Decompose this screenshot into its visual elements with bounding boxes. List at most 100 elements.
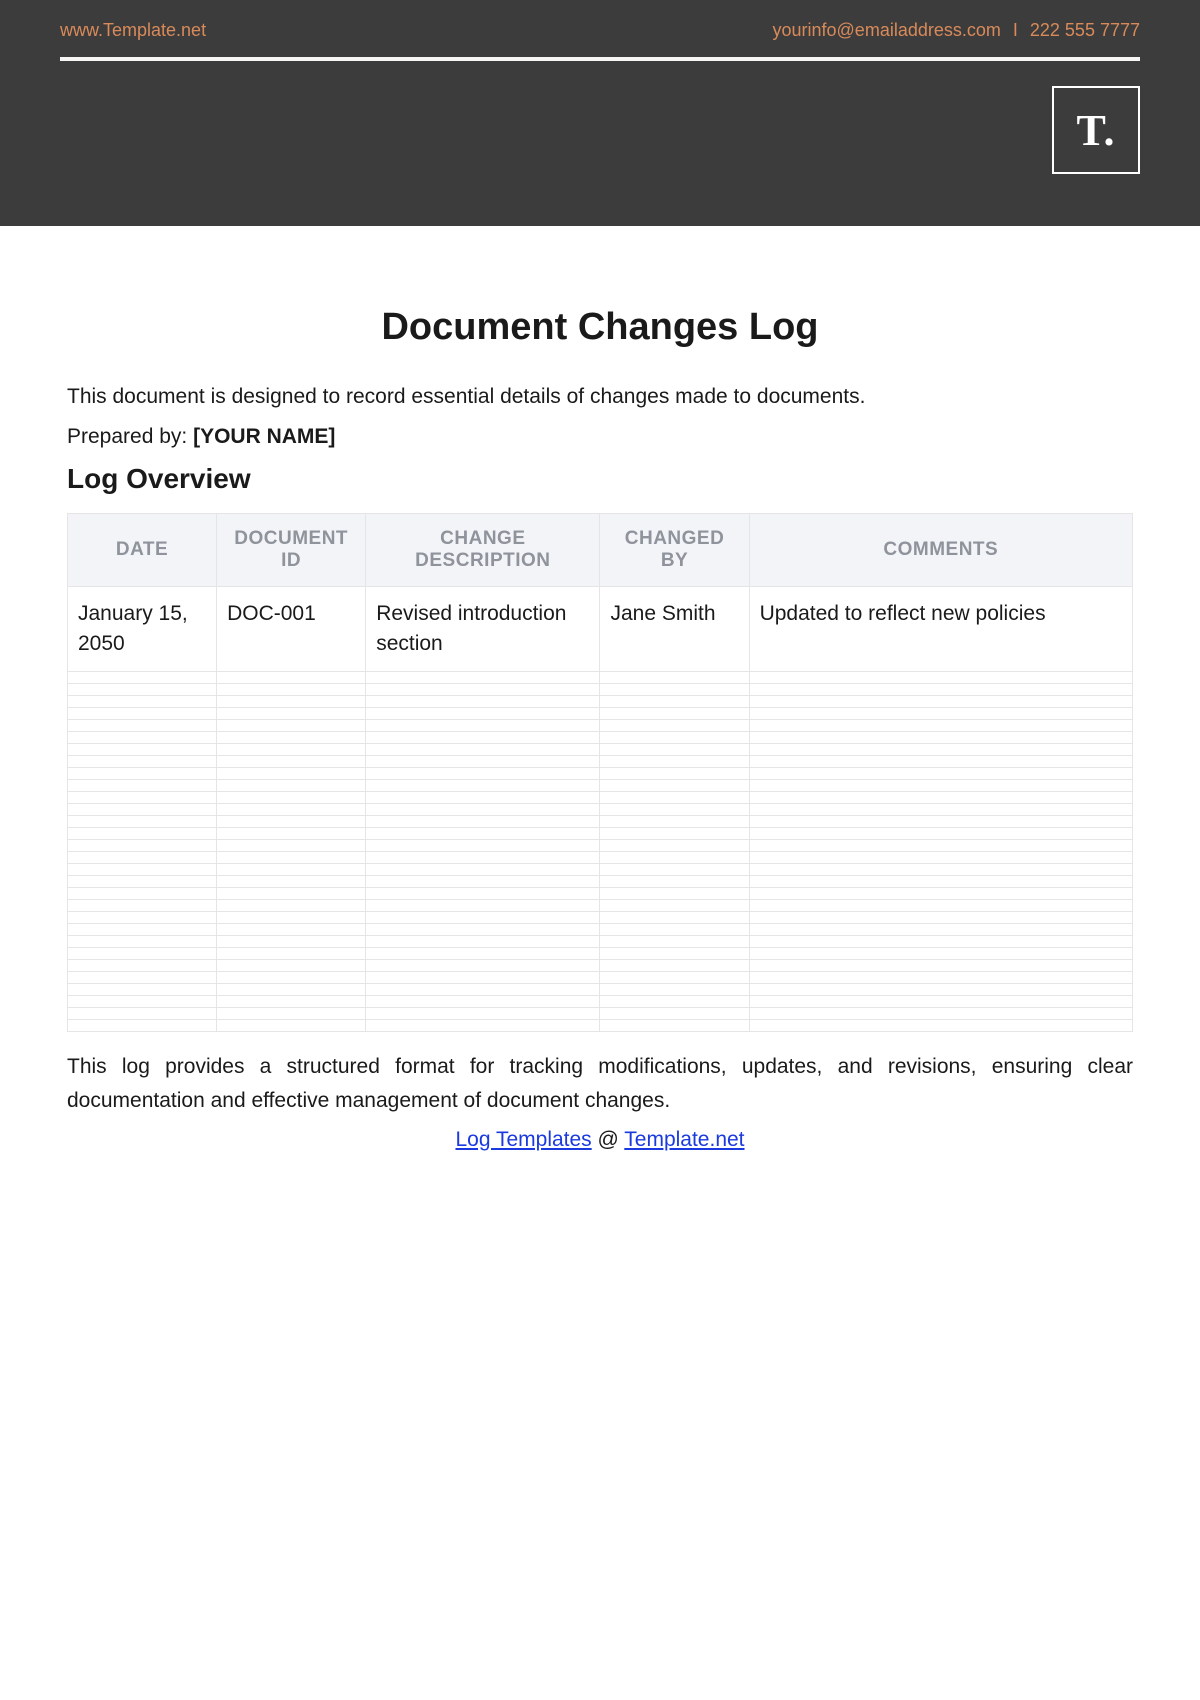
empty-cell: [217, 1008, 366, 1020]
empty-cell: [217, 684, 366, 696]
empty-cell: [217, 780, 366, 792]
closing-text: This log provides a structured format fo…: [67, 1050, 1133, 1117]
empty-cell: [366, 864, 600, 876]
empty-cell: [217, 888, 366, 900]
table-row: [68, 804, 1133, 816]
empty-cell: [600, 972, 749, 984]
empty-cell: [217, 1020, 366, 1032]
table-row: [68, 984, 1133, 996]
table-row: [68, 696, 1133, 708]
table-row: [68, 720, 1133, 732]
empty-cell: [749, 972, 1132, 984]
empty-cell: [749, 804, 1132, 816]
table-row: [68, 780, 1133, 792]
empty-cell: [68, 852, 217, 864]
empty-cell: [600, 1020, 749, 1032]
empty-cell: [366, 744, 600, 756]
empty-cell: [600, 984, 749, 996]
credit-line: Log Templates @ Template.net: [67, 1128, 1133, 1152]
empty-cell: [68, 708, 217, 720]
empty-cell: [217, 924, 366, 936]
empty-cell: [749, 708, 1132, 720]
empty-cell: [600, 756, 749, 768]
empty-cell: [68, 924, 217, 936]
table-row: [68, 828, 1133, 840]
empty-cell: [366, 828, 600, 840]
table-row: [68, 1020, 1133, 1032]
empty-cell: [217, 996, 366, 1008]
cell-docid: DOC-001: [217, 586, 366, 672]
header-top-row: www.Template.net yourinfo@emailaddress.c…: [60, 20, 1140, 55]
table-row: [68, 672, 1133, 684]
empty-cell: [217, 972, 366, 984]
empty-cell: [68, 960, 217, 972]
link-log-templates[interactable]: Log Templates: [455, 1128, 591, 1151]
empty-cell: [600, 888, 749, 900]
empty-cell: [366, 972, 600, 984]
empty-cell: [749, 696, 1132, 708]
empty-cell: [600, 828, 749, 840]
empty-cell: [68, 732, 217, 744]
link-template-net[interactable]: Template.net: [624, 1128, 744, 1151]
empty-cell: [749, 828, 1132, 840]
table-row: [68, 948, 1133, 960]
empty-cell: [366, 1020, 600, 1032]
empty-cell: [68, 768, 217, 780]
empty-cell: [600, 840, 749, 852]
empty-cell: [749, 780, 1132, 792]
empty-cell: [366, 900, 600, 912]
empty-cell: [600, 684, 749, 696]
empty-cell: [749, 720, 1132, 732]
empty-cell: [366, 708, 600, 720]
empty-cell: [68, 780, 217, 792]
empty-cell: [749, 744, 1132, 756]
cell-comments: Updated to reflect new policies: [749, 586, 1132, 672]
empty-cell: [217, 816, 366, 828]
empty-cell: [366, 876, 600, 888]
empty-cell: [366, 924, 600, 936]
empty-cell: [68, 876, 217, 888]
empty-cell: [749, 840, 1132, 852]
empty-cell: [68, 864, 217, 876]
empty-cell: [749, 912, 1132, 924]
empty-cell: [366, 756, 600, 768]
empty-cell: [366, 888, 600, 900]
table-row: [68, 960, 1133, 972]
table-row: [68, 732, 1133, 744]
empty-cell: [366, 672, 600, 684]
empty-cell: [217, 900, 366, 912]
empty-cell: [217, 732, 366, 744]
contact-email: yourinfo@emailaddress.com: [773, 20, 1001, 41]
cell-changed-by: Jane Smith: [600, 586, 749, 672]
logo: T.: [1052, 86, 1140, 174]
empty-cell: [749, 888, 1132, 900]
empty-cell: [366, 840, 600, 852]
empty-cell: [749, 684, 1132, 696]
col-header-date: DATE: [68, 513, 217, 586]
empty-cell: [68, 840, 217, 852]
section-title: Log Overview: [67, 463, 1133, 495]
empty-cell: [366, 1008, 600, 1020]
empty-cell: [600, 948, 749, 960]
prepared-by: Prepared by: [YOUR NAME]: [67, 425, 1133, 449]
empty-cell: [217, 948, 366, 960]
log-table: DATE DOCUMENT ID CHANGE DESCRIPTION CHAN…: [67, 513, 1133, 1033]
empty-cell: [600, 912, 749, 924]
empty-cell: [600, 804, 749, 816]
table-row: [68, 924, 1133, 936]
empty-cell: [749, 816, 1132, 828]
table-row: [68, 840, 1133, 852]
empty-cell: [366, 780, 600, 792]
empty-cell: [217, 912, 366, 924]
col-header-description: CHANGE DESCRIPTION: [366, 513, 600, 586]
empty-cell: [749, 936, 1132, 948]
empty-cell: [68, 756, 217, 768]
empty-cell: [68, 720, 217, 732]
empty-cell: [217, 804, 366, 816]
table-row: [68, 852, 1133, 864]
empty-cell: [749, 852, 1132, 864]
empty-cell: [217, 864, 366, 876]
empty-cell: [749, 960, 1132, 972]
empty-cell: [749, 672, 1132, 684]
table-row: [68, 888, 1133, 900]
